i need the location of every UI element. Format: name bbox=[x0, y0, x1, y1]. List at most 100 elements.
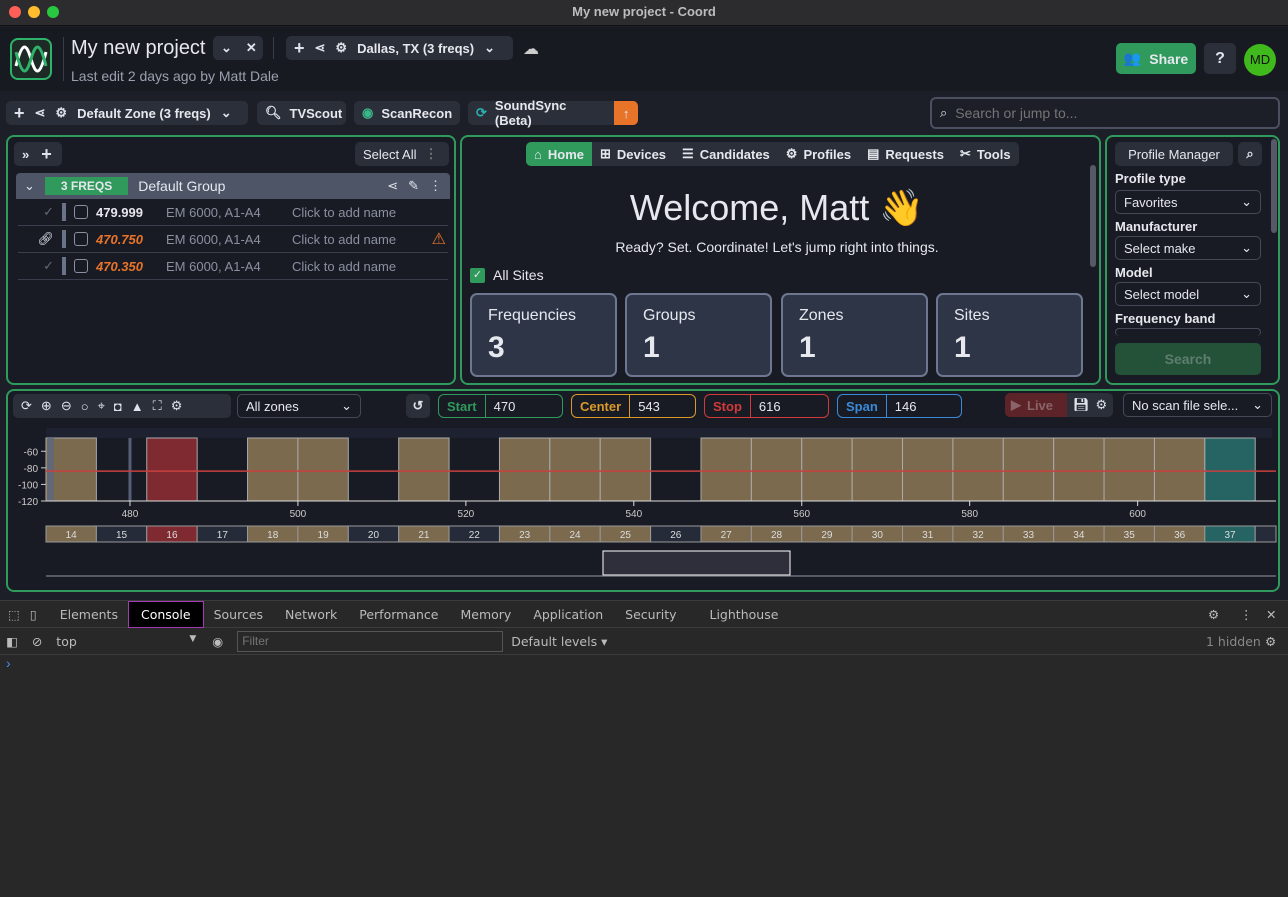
plus-icon[interactable]: + bbox=[294, 38, 305, 59]
center-value[interactable]: 543 bbox=[630, 399, 668, 414]
more-icon[interactable]: ⋮ bbox=[424, 146, 437, 162]
frequency-row[interactable]: ✓ 479.999 EM 6000, A1-A4 Click to add name bbox=[18, 199, 448, 226]
save-icon[interactable]: 💾︎ bbox=[1073, 397, 1090, 413]
name-field[interactable]: Click to add name bbox=[292, 259, 396, 274]
app-scanrecon-button[interactable]: ◉ ScanRecon bbox=[354, 101, 460, 125]
device-toolbar-icon[interactable]: ▯ bbox=[30, 607, 37, 622]
profile-type-select[interactable]: Favorites ⌄ bbox=[1115, 190, 1261, 214]
stat-card-frequencies[interactable]: Frequencies 3 bbox=[470, 293, 617, 377]
camera-icon[interactable]: ◘ bbox=[114, 399, 122, 414]
tab-tools[interactable]: ✂ Tools bbox=[952, 142, 1019, 166]
share-icon[interactable]: ⋖ bbox=[387, 178, 398, 194]
help-button[interactable]: ? bbox=[1204, 43, 1236, 74]
gear-icon[interactable]: ⚙ bbox=[335, 40, 347, 56]
gear-icon[interactable]: ⚙ bbox=[1096, 397, 1108, 413]
devtools-tab-sources[interactable]: Sources bbox=[203, 607, 274, 622]
stat-card-zones[interactable]: Zones 1 bbox=[781, 293, 928, 377]
triangle-icon[interactable]: ▲ bbox=[131, 399, 144, 414]
stop-field[interactable]: Stop 616 bbox=[704, 394, 829, 418]
devtools-tab-memory[interactable]: Memory bbox=[449, 607, 522, 622]
devtools-tab-network[interactable]: Network bbox=[274, 607, 348, 622]
stop-value[interactable]: 616 bbox=[751, 399, 789, 414]
devtools-tab-console[interactable]: Console bbox=[127, 600, 204, 628]
span-field[interactable]: Span 146 bbox=[837, 394, 962, 418]
checkbox-checked-icon[interactable]: ✓ bbox=[470, 267, 485, 283]
devtools-tab-security[interactable]: Security bbox=[614, 607, 687, 622]
frequency-row[interactable]: ✓ 470.350 EM 6000, A1-A4 Click to add name bbox=[18, 253, 448, 280]
devtools-tab-lighthouse[interactable]: Lighthouse bbox=[688, 607, 801, 622]
chevron-down-icon[interactable]: ⌄ bbox=[24, 178, 35, 194]
more-icon[interactable]: ⋮ bbox=[429, 178, 442, 194]
gear-icon[interactable]: ⚙ bbox=[55, 105, 67, 121]
console-settings-icon[interactable]: ⚙ bbox=[1265, 634, 1276, 649]
model-select[interactable]: Select model ⌄ bbox=[1115, 282, 1261, 306]
warning-icon[interactable]: ⚠ bbox=[432, 229, 446, 249]
plus-icon[interactable]: + bbox=[14, 103, 25, 124]
upgrade-arrow-icon[interactable]: ↑ bbox=[614, 101, 638, 125]
row-checkbox[interactable] bbox=[74, 232, 88, 246]
profile-manager-button[interactable]: Profile Manager bbox=[1115, 142, 1233, 166]
tab-requests[interactable]: ▤ Requests bbox=[859, 142, 952, 166]
name-field[interactable]: Click to add name bbox=[292, 232, 396, 247]
zone-filter-select[interactable]: All zones ⌄ bbox=[237, 394, 361, 418]
chevron-down-icon[interactable]: ⌄ bbox=[221, 40, 232, 56]
share-icon[interactable]: ⋖ bbox=[35, 105, 46, 121]
zoom-reset-icon[interactable]: ○ bbox=[81, 399, 89, 414]
collapse-all-icon[interactable]: » bbox=[22, 147, 29, 162]
share-icon[interactable]: ⋖ bbox=[315, 40, 326, 56]
clear-console-icon[interactable]: ⊘ bbox=[32, 634, 42, 649]
name-field[interactable]: Click to add name bbox=[292, 205, 396, 220]
overview-window[interactable] bbox=[602, 550, 791, 576]
manufacturer-select[interactable]: Select make ⌄ bbox=[1115, 236, 1261, 260]
select-all-button[interactable]: Select All ⋮ bbox=[355, 142, 449, 166]
inspect-element-icon[interactable]: ⬚ bbox=[8, 607, 20, 622]
zoom-in-icon[interactable]: ⊕ bbox=[41, 398, 52, 414]
frequency-band-select[interactable] bbox=[1115, 328, 1261, 336]
close-window-button[interactable] bbox=[9, 6, 21, 18]
tab-profiles[interactable]: ⚙ Profiles bbox=[778, 142, 859, 166]
refresh-icon[interactable]: ⟳ bbox=[21, 398, 32, 414]
devtools-tab-performance[interactable]: Performance bbox=[348, 607, 449, 622]
span-value[interactable]: 146 bbox=[887, 399, 925, 414]
search-input[interactable] bbox=[955, 105, 1256, 121]
devtools-tab-application[interactable]: Application bbox=[522, 607, 614, 622]
crosshair-icon[interactable]: ⌖ bbox=[98, 398, 105, 414]
minimize-window-button[interactable] bbox=[28, 6, 40, 18]
share-button[interactable]: 👥 Share bbox=[1116, 43, 1196, 74]
sidebar-toggle-icon[interactable]: ◧ bbox=[6, 634, 18, 649]
plus-icon[interactable]: + bbox=[41, 144, 52, 165]
scan-file-select[interactable]: No scan file sele... ⌄ bbox=[1123, 393, 1272, 417]
eye-icon[interactable]: ◉ bbox=[212, 634, 223, 649]
frequency-value[interactable]: 479.999 bbox=[96, 205, 166, 220]
start-value[interactable]: 470 bbox=[486, 399, 524, 414]
fullscreen-icon[interactable]: ⛶ bbox=[153, 398, 162, 414]
tab-devices[interactable]: ⊞ Devices bbox=[592, 142, 674, 166]
frequency-value[interactable]: 470.750 bbox=[96, 232, 166, 247]
frequency-value[interactable]: 470.350 bbox=[96, 259, 166, 274]
all-sites-checkbox[interactable]: ✓ All Sites bbox=[470, 267, 544, 283]
console-prompt[interactable]: › bbox=[0, 655, 1288, 671]
scrollbar[interactable] bbox=[1271, 139, 1277, 233]
settings-icon[interactable]: ⚙ bbox=[1208, 607, 1219, 622]
close-icon[interactable]: ✕ bbox=[1266, 607, 1276, 622]
edit-icon[interactable]: ✎ bbox=[408, 178, 419, 194]
app-logo[interactable] bbox=[10, 38, 52, 80]
group-header[interactable]: ⌄ 3 FREQS Default Group ⋖ ✎ ⋮ bbox=[16, 173, 450, 199]
avatar[interactable]: MD bbox=[1244, 44, 1276, 76]
tab-candidates[interactable]: ☰ Candidates bbox=[674, 142, 778, 166]
profile-search-submit[interactable]: Search bbox=[1115, 343, 1261, 375]
live-button[interactable]: ▶ Live bbox=[1005, 393, 1067, 417]
log-levels-select[interactable]: Default levels ▾ bbox=[511, 634, 607, 649]
cloud-sync-icon[interactable]: ☁ bbox=[523, 39, 539, 59]
project-menu[interactable]: ⌄ ✕ bbox=[213, 36, 263, 60]
start-field[interactable]: Start 470 bbox=[438, 394, 563, 418]
site-selector[interactable]: + ⋖ ⚙ Dallas, TX (3 freqs) ⌄ bbox=[286, 36, 513, 60]
tab-home[interactable]: ⌂ Home bbox=[526, 142, 592, 166]
history-button[interactable]: ↺ bbox=[406, 394, 430, 418]
stat-card-sites[interactable]: Sites 1 bbox=[936, 293, 1083, 377]
profile-search-button[interactable]: ⌕ bbox=[1238, 142, 1262, 166]
devtools-tab-elements[interactable]: Elements bbox=[49, 607, 129, 622]
global-search[interactable]: ⌕ bbox=[930, 97, 1280, 129]
more-icon[interactable]: ⋮ bbox=[1240, 607, 1253, 622]
context-select[interactable]: top ▼ bbox=[56, 634, 196, 649]
